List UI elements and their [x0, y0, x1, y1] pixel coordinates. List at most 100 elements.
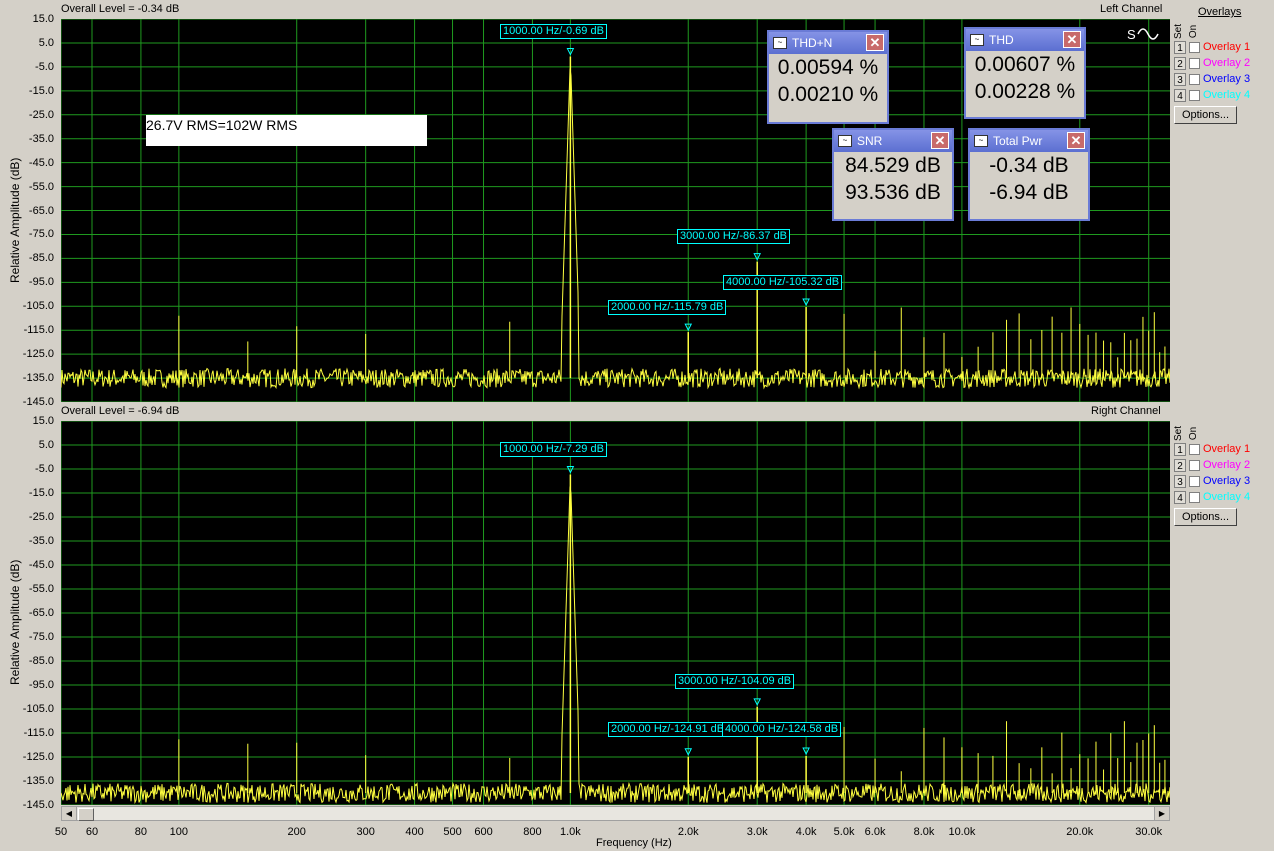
overlay-row[interactable]: 2 Overlay 2	[1174, 56, 1250, 70]
thdn-meter[interactable]: ~ THD+N ✕ 0.00594 % 0.00210 %	[767, 30, 889, 124]
sine-wave-icon[interactable]: S	[1126, 24, 1166, 44]
y-tick-label: -85.0	[28, 252, 54, 265]
overlay-set-button[interactable]: 4	[1174, 490, 1186, 504]
snr-value-right: 93.536 dB	[845, 181, 941, 204]
overlay-list-bottom: 1 Overlay 1 2 Overlay 2 3 Overlay 3 4 Overlay 4	[1172, 442, 1272, 506]
y-tick-label: -85.0	[28, 655, 54, 667]
annotation-label: 1000.00 Hz/-7.29 dB	[500, 442, 607, 457]
snr-value-left: 84.529 dB	[845, 154, 941, 177]
thd-meter-title: THD	[989, 33, 1014, 47]
overlay-row[interactable]: 4 Overlay 4	[1174, 88, 1250, 102]
overlay-checkbox[interactable]	[1189, 89, 1200, 101]
wave-icon: ~	[773, 37, 787, 49]
close-icon[interactable]: ✕	[866, 34, 884, 51]
y-tick-label: -75.0	[28, 631, 54, 643]
overlay-list-top: 1 Overlay 1 2 Overlay 2 3 Overlay 3 4 Overlay 4	[1172, 40, 1272, 104]
svg-text:S: S	[1127, 27, 1136, 42]
x-tick-label: 5.0k	[833, 826, 855, 838]
y-tick-label: -5.0	[35, 60, 54, 73]
horizontal-scrollbar[interactable]: ◀ ▶	[61, 806, 1170, 821]
snr-meter-title: SNR	[857, 134, 883, 148]
options-button[interactable]: Options...	[1174, 508, 1237, 526]
total-power-value-right: -6.94 dB	[989, 181, 1069, 204]
y-tick-label: -35.0	[28, 132, 54, 145]
y-tick-label: -125.0	[22, 348, 54, 361]
close-icon[interactable]: ✕	[1063, 31, 1081, 48]
y-tick-label: -135.0	[22, 372, 54, 385]
y-tick-label: -115.0	[23, 727, 54, 739]
scroll-right-button[interactable]: ▶	[1154, 807, 1169, 820]
wave-icon: ~	[838, 135, 852, 147]
y-tick-label: -115.0	[23, 324, 54, 337]
overlay-checkbox[interactable]	[1189, 475, 1200, 487]
y-tick-label: -75.0	[28, 228, 54, 241]
overlays-title: Overlays	[1198, 6, 1242, 18]
top-overall-level: Overall Level = -0.34 dB	[61, 3, 180, 15]
bottom-overall-level: Overall Level = -6.94 dB	[61, 405, 180, 417]
y-tick-label: -125.0	[22, 751, 54, 763]
thdn-value-right: 0.00210 %	[777, 83, 879, 106]
scroll-left-button[interactable]: ◀	[62, 807, 77, 820]
overlay-set-button[interactable]: 3	[1174, 72, 1186, 86]
options-button[interactable]: Options...	[1174, 106, 1237, 124]
total-power-meter-header[interactable]: ~ Total Pwr ✕	[970, 130, 1088, 152]
overlay-row[interactable]: 1 Overlay 1	[1174, 40, 1250, 54]
overlay-row[interactable]: 3 Overlay 3	[1174, 72, 1250, 86]
y-tick-label: -5.0	[35, 463, 54, 475]
close-icon[interactable]: ✕	[1067, 132, 1085, 149]
x-tick-label: 80	[134, 826, 148, 838]
y-tick-label: -25.0	[28, 511, 54, 523]
overlay-checkbox[interactable]	[1189, 491, 1200, 503]
scroll-thumb[interactable]	[78, 808, 94, 821]
thdn-value-left: 0.00594 %	[777, 56, 879, 79]
overlay-set-button[interactable]: 2	[1174, 56, 1186, 70]
overlay-set-button[interactable]: 3	[1174, 474, 1186, 488]
overlay-checkbox[interactable]	[1189, 73, 1200, 85]
close-icon[interactable]: ✕	[931, 132, 949, 149]
overlay-set-button[interactable]: 4	[1174, 88, 1186, 102]
x-tick-label: 600	[474, 826, 493, 838]
y-tick-label: -95.0	[28, 679, 54, 691]
overlay-checkbox[interactable]	[1189, 459, 1200, 471]
overlay-row[interactable]: 2 Overlay 2	[1174, 458, 1250, 472]
wave-icon: ~	[974, 135, 988, 147]
overlay-row[interactable]: 3 Overlay 3	[1174, 474, 1250, 488]
thdn-meter-title: THD+N	[792, 36, 833, 50]
overlay-checkbox[interactable]	[1189, 41, 1200, 53]
overlay-row[interactable]: 1 Overlay 1	[1174, 442, 1250, 456]
note-box: 26.7V RMS=102W RMS	[146, 115, 427, 146]
total-power-meter-title: Total Pwr	[993, 134, 1043, 148]
thd-meter-header[interactable]: ~ THD ✕	[966, 29, 1084, 51]
y-tick-label: -95.0	[28, 276, 54, 289]
on-header: On	[1188, 426, 1200, 441]
overlay-set-button[interactable]: 1	[1174, 442, 1186, 456]
y-tick-label: -145.0	[22, 396, 54, 408]
thdn-meter-header[interactable]: ~ THD+N ✕	[769, 32, 887, 54]
overlay-set-button[interactable]: 1	[1174, 40, 1186, 54]
overlay-label: Overlay 3	[1203, 475, 1251, 487]
y-tick-label: -105.0	[22, 703, 54, 715]
overlay-label: Overlay 2	[1203, 57, 1251, 69]
bottom-spectrum-plot[interactable]	[61, 421, 1170, 805]
overlay-label: Overlay 4	[1203, 89, 1251, 101]
thd-meter[interactable]: ~ THD ✕ 0.00607 % 0.00228 %	[964, 27, 1086, 119]
annotation-label: 1000.00 Hz/-0.69 dB	[500, 24, 607, 39]
x-tick-label: 200	[287, 826, 306, 838]
y-tick-label: -65.0	[28, 204, 54, 217]
y-tick-label: -15.0	[28, 84, 54, 97]
overlay-checkbox[interactable]	[1189, 57, 1200, 69]
overlay-row[interactable]: 4 Overlay 4	[1174, 490, 1250, 504]
y-tick-label: -15.0	[28, 487, 54, 499]
snr-meter-header[interactable]: ~ SNR ✕	[834, 130, 952, 152]
x-axis-label: Frequency (Hz)	[596, 837, 672, 849]
x-tick-label: 4.0k	[795, 826, 817, 838]
set-on-header: Set On	[1173, 20, 1205, 42]
set-header: Set	[1173, 425, 1185, 442]
overlay-set-button[interactable]: 2	[1174, 458, 1186, 472]
total-power-meter[interactable]: ~ Total Pwr ✕ -0.34 dB -6.94 dB	[968, 128, 1090, 221]
y-tick-label: -105.0	[22, 300, 54, 313]
on-header: On	[1188, 24, 1200, 39]
snr-meter[interactable]: ~ SNR ✕ 84.529 dB 93.536 dB	[832, 128, 954, 221]
overlay-label: Overlay 2	[1203, 459, 1251, 471]
overlay-checkbox[interactable]	[1189, 443, 1200, 455]
